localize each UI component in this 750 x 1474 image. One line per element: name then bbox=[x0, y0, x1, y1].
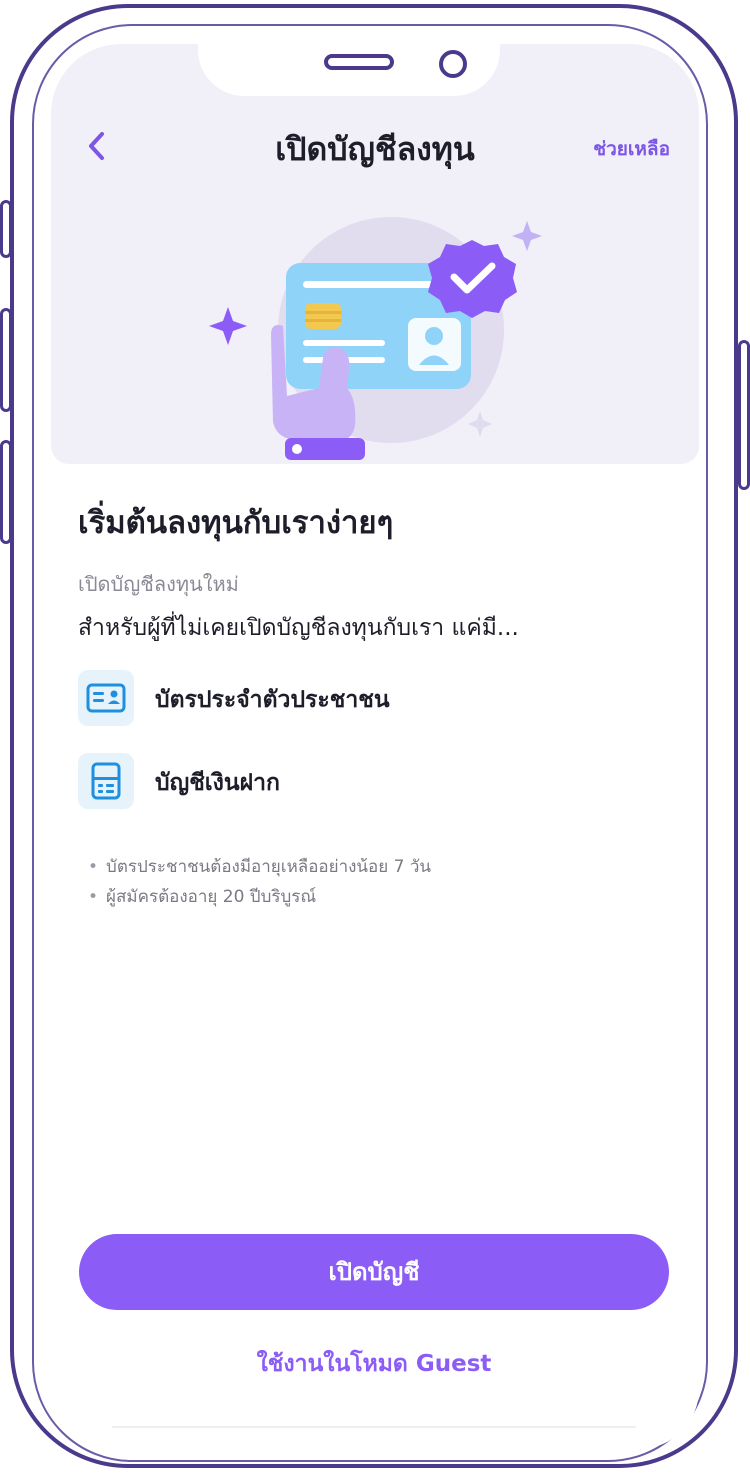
section-heading: เริ่มต้นลงทุนกับเราง่ายๆ bbox=[78, 505, 394, 541]
id-card-illustration bbox=[209, 217, 542, 460]
open-account-button[interactable]: เปิดบัญชี bbox=[79, 1234, 669, 1310]
front-camera bbox=[439, 50, 467, 78]
requirement-item-bank-account: บัญชีเงินฝาก bbox=[78, 753, 558, 809]
note-item: บัตรประชาชนต้องมีอายุเหลืออย่างน้อย 7 วั… bbox=[88, 852, 431, 882]
chevron-left-icon bbox=[89, 132, 104, 160]
side-button bbox=[0, 308, 12, 412]
back-button[interactable] bbox=[84, 128, 112, 164]
note-item: ผู้สมัครต้องอายุ 20 ปีบริบูรณ์ bbox=[88, 882, 431, 912]
help-link[interactable]: ช่วยเหลือ bbox=[593, 134, 670, 164]
divider bbox=[112, 1426, 636, 1428]
section-subtitle: เปิดบัญชีลงทุนใหม่ bbox=[78, 572, 239, 596]
side-button bbox=[738, 340, 750, 490]
section-description: สำหรับผู้ที่ไม่เคยเปิดบัญชีลงทุนกับเรา แ… bbox=[78, 615, 519, 641]
notes-list: บัตรประชาชนต้องมีอายุเหลืออย่างน้อย 7 วั… bbox=[88, 852, 431, 912]
speaker bbox=[324, 54, 394, 70]
requirement-label: บัญชีเงินฝาก bbox=[155, 770, 280, 796]
requirement-label: บัตรประจำตัวประชาชน bbox=[155, 687, 390, 713]
side-button bbox=[0, 440, 12, 544]
page-title: เปิดบัญชีลงทุน bbox=[275, 130, 475, 168]
id-card-icon bbox=[78, 670, 134, 726]
side-button bbox=[0, 200, 12, 258]
bank-book-icon bbox=[78, 753, 134, 809]
requirement-item-id-card: บัตรประจำตัวประชาชน bbox=[78, 670, 558, 726]
guest-mode-link[interactable]: ใช้งานในโหมด Guest bbox=[79, 1346, 669, 1382]
